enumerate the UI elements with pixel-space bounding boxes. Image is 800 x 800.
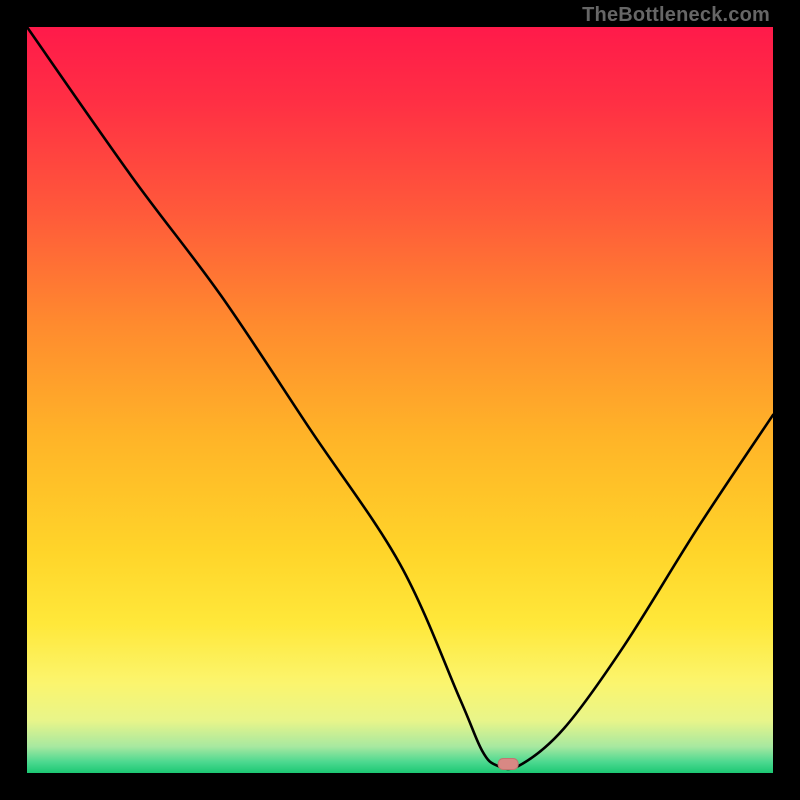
watermark-text: TheBottleneck.com: [582, 4, 770, 27]
bottleneck-curve: [27, 27, 773, 769]
curve-layer: [27, 27, 773, 773]
chart-container: TheBottleneck.com: [0, 0, 800, 800]
plot-area: [27, 27, 773, 773]
optimal-marker: [498, 759, 518, 770]
